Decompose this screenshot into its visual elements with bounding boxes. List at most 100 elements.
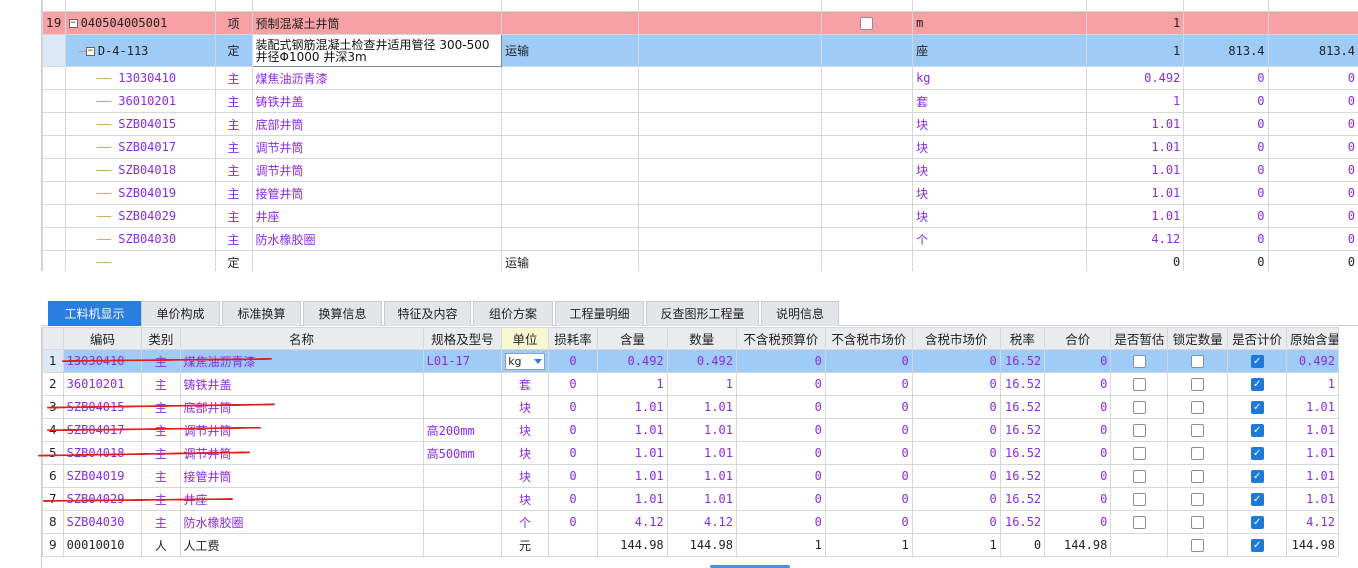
col-header[interactable]: 类别 (141, 327, 181, 350)
is-provisional-checkbox-cell[interactable] (1110, 510, 1169, 534)
loss-rate[interactable]: 0 (547, 395, 599, 419)
is-priced-checkbox-cell[interactable]: ✓ (1227, 441, 1288, 465)
content[interactable]: 1.01 (597, 487, 668, 511)
is-priced-checkbox[interactable]: ✓ (1250, 516, 1264, 529)
tax-rate[interactable]: 16.52 (999, 372, 1046, 396)
amount[interactable]: 0 (1044, 349, 1112, 373)
tab-material-display[interactable]: 工料机显示 (48, 301, 141, 326)
material-spec[interactable]: L01-17 (422, 349, 503, 373)
is-provisional-checkbox-cell[interactable] (1110, 533, 1169, 557)
content[interactable]: 1.01 (597, 464, 668, 488)
budget-price-ex-tax[interactable]: 0 (735, 487, 826, 511)
lock-qty-checkbox[interactable] (1191, 447, 1205, 460)
budget-price-ex-tax[interactable]: 0 (735, 418, 826, 442)
original-content[interactable]: 0.492 (1286, 349, 1339, 373)
col-header[interactable]: 不含税市场价 (824, 327, 913, 350)
budget-price-ex-tax[interactable]: 0 (735, 349, 826, 373)
original-content[interactable]: 144.98 (1286, 533, 1339, 557)
material-spec[interactable]: 高200mm (422, 418, 503, 442)
table-row[interactable]: 5 SZB04018 主调节井筒 高500mm 块 0 1.01 1.01 0 0 0 16.52 0 ✓… (42, 441, 1339, 465)
lock-qty-checkbox[interactable] (1191, 516, 1205, 529)
amount[interactable]: 0 (1044, 372, 1112, 396)
tab-conversion-info[interactable]: 换算信息 (303, 301, 382, 326)
material-name[interactable]: 防水橡胶圈 (179, 510, 424, 534)
amount[interactable]: 0 (1044, 510, 1112, 534)
quantity[interactable]: 1.01 (666, 487, 737, 511)
table-row[interactable]: 9 00010010 人人工费元 144.98 144.98 1 1 1 0 144.98 ✓ 144… (42, 533, 1339, 557)
material-unit[interactable]: kg (501, 349, 549, 373)
table-row[interactable]: —— SZB04019 主接管井筒块 1.01 0 0 (42, 181, 1358, 205)
is-priced-checkbox-cell[interactable]: ✓ (1227, 372, 1288, 396)
lock-qty-checkbox[interactable] (1191, 355, 1205, 368)
loss-rate[interactable]: 0 (547, 349, 599, 373)
tax-rate[interactable]: 16.52 (999, 441, 1046, 465)
table-row[interactable]: 3 SZB04015 主底部井筒块 0 1.01 1.01 0 0 0 16.52 0 ✓ 1.01 (42, 395, 1339, 419)
is-provisional-checkbox[interactable] (1132, 424, 1146, 437)
material-spec[interactable] (422, 464, 503, 488)
tax-rate[interactable]: 16.52 (999, 487, 1046, 511)
table-row[interactable]: —— SZB04029 主井座块 1.01 0 0 (42, 204, 1358, 228)
table-row[interactable]: —— SZB04030 主防水橡胶圈个 4.12 0 0 (42, 227, 1358, 251)
material-category[interactable]: 主 (141, 441, 181, 465)
content[interactable]: 0.492 (597, 349, 668, 373)
lock-qty-checkbox-cell[interactable] (1167, 510, 1229, 534)
material-category[interactable]: 主 (141, 349, 181, 373)
material-category[interactable]: 主 (141, 372, 181, 396)
is-provisional-checkbox-cell[interactable] (1110, 395, 1169, 419)
material-unit[interactable]: 套 (501, 372, 549, 396)
material-spec[interactable] (422, 533, 503, 557)
material-unit[interactable]: 块 (501, 441, 549, 465)
is-priced-checkbox-cell[interactable]: ✓ (1227, 349, 1288, 373)
tax-rate[interactable]: 16.52 (999, 395, 1046, 419)
is-priced-checkbox[interactable]: ✓ (1250, 539, 1264, 552)
unit-dropdown[interactable]: kg (505, 352, 546, 370)
material-unit[interactable]: 个 (501, 510, 549, 534)
checkbox[interactable] (860, 17, 874, 30)
original-content[interactable]: 1 (1286, 372, 1339, 396)
is-priced-checkbox[interactable]: ✓ (1250, 493, 1264, 506)
collapse-icon[interactable]: − (68, 19, 78, 28)
col-header[interactable]: 是否计价 (1227, 327, 1288, 350)
quantity[interactable]: 1.01 (666, 464, 737, 488)
loss-rate[interactable]: 0 (547, 372, 599, 396)
material-category[interactable]: 人 (141, 533, 181, 557)
quota-name-editor[interactable]: 装配式钢筋混凝土检查井适用管径 300-500 井径Φ1000 井深3m (251, 34, 503, 67)
content[interactable]: 144.98 (597, 533, 668, 557)
market-price-ex-tax[interactable]: 0 (824, 464, 913, 488)
original-content[interactable]: 4.12 (1286, 510, 1339, 534)
market-price-inc-tax[interactable]: 0 (911, 349, 1001, 373)
is-priced-checkbox[interactable]: ✓ (1250, 355, 1264, 368)
is-provisional-checkbox[interactable] (1132, 355, 1146, 368)
quantity[interactable]: 0.492 (666, 349, 737, 373)
loss-rate[interactable]: 0 (547, 487, 599, 511)
lock-qty-checkbox[interactable] (1191, 493, 1205, 506)
col-header[interactable]: 编码 (62, 327, 143, 350)
original-content[interactable]: 1.01 (1286, 418, 1339, 442)
is-provisional-checkbox[interactable] (1132, 493, 1146, 506)
amount[interactable]: 0 (1044, 487, 1112, 511)
market-price-ex-tax[interactable]: 0 (824, 510, 913, 534)
material-code[interactable]: 13030410 (62, 349, 143, 373)
market-price-inc-tax[interactable]: 0 (911, 464, 1001, 488)
lock-qty-checkbox[interactable] (1191, 539, 1205, 552)
table-row[interactable]: 1 13030410 主煤焦油沥青漆 L01-17 kg 0 0.492 0.492 0 0 0 16… (42, 349, 1339, 373)
material-name[interactable]: 井座 (179, 487, 424, 511)
budget-price-ex-tax[interactable]: 0 (735, 510, 826, 534)
lock-qty-checkbox[interactable] (1191, 424, 1205, 437)
quantity[interactable]: 144.98 (666, 533, 737, 557)
market-price-ex-tax[interactable]: 0 (824, 395, 913, 419)
collapse-icon[interactable]: − (85, 46, 95, 56)
material-name[interactable]: 接管井筒 (179, 464, 424, 488)
col-header[interactable]: 损耗率 (547, 327, 599, 350)
is-priced-checkbox[interactable]: ✓ (1250, 447, 1264, 460)
amount[interactable]: 0 (1044, 441, 1112, 465)
content[interactable]: 1.01 (597, 441, 668, 465)
material-unit[interactable]: 块 (501, 464, 549, 488)
table-row[interactable]: 8 SZB04030 主防水橡胶圈个 0 4.12 4.12 0 0 0 16.52 0 ✓ 4.12 (42, 510, 1339, 534)
table-row[interactable]: —— 36010201 主铸铁井盖套 1 0 0 (42, 89, 1358, 113)
material-name[interactable]: 铸铁井盖 (179, 372, 424, 396)
amount[interactable]: 144.98 (1044, 533, 1112, 557)
table-row[interactable]: —— SZB04015 主底部井筒块 1.01 0 0 (42, 112, 1358, 136)
amount[interactable]: 0 (1044, 418, 1112, 442)
amount[interactable]: 0 (1044, 395, 1112, 419)
